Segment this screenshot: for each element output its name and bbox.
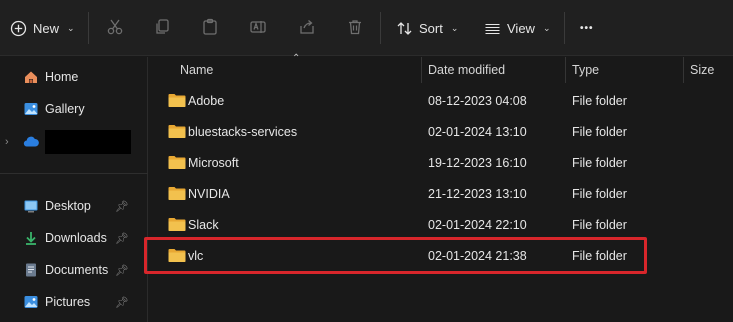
toolbar-divider [88,12,89,44]
column-header-name[interactable]: Name [180,57,213,83]
share-icon[interactable] [296,16,318,38]
cloud-icon [23,136,39,147]
sort-icon [397,21,412,35]
document-icon [26,263,36,277]
new-label: New [33,20,60,36]
sidebar-item-home[interactable]: Home [0,65,140,89]
chevron-down-icon: ⌄ [67,22,75,33]
sidebar-item-label: Gallery [45,102,85,116]
table-row[interactable]: Adobe 08-12-2023 04:08 File folder [149,86,733,116]
home-icon [25,71,37,83]
sidebar-item-label: Pictures [45,295,91,309]
pin-icon: 📌︎ [115,264,129,277]
column-header-date-modified[interactable]: Date modified [428,57,505,83]
sidebar-item-downloads[interactable]: Downloads 📌︎ [0,226,140,250]
column-header-size[interactable]: Size [690,57,714,83]
more-options-button[interactable]: ••• [580,10,594,46]
file-date: 21-12-2023 13:10 [428,187,527,201]
sort-ascending-icon: ⌃ [292,53,301,64]
download-icon [26,232,36,245]
sidebar-item-onedrive[interactable]: › [0,130,140,154]
chevron-down-icon: ⌄ [450,22,459,33]
sidebar-item-label: Desktop [45,199,91,213]
sidebar-item-label: Documents [45,263,109,277]
sort-label: Sort [419,20,443,36]
sidebar-divider [0,173,148,174]
paste-icon[interactable] [199,16,221,38]
file-name: Adobe [188,94,225,108]
toolbar-divider [564,12,565,44]
navigation-pane: Home Gallery › Desktop 📌︎ Downloads 📌︎ D… [0,57,148,322]
rename-icon[interactable] [247,16,269,38]
file-type: File folder [572,218,627,232]
view-button[interactable]: View ⌄ [484,10,551,46]
sort-button[interactable]: Sort ⌄ [396,10,458,46]
table-row[interactable]: bluestacks-services 02-01-2024 13:10 Fil… [149,117,733,147]
table-row[interactable]: NVIDIA 21-12-2023 13:10 File folder [149,179,733,209]
chevron-down-icon: ⌄ [542,22,551,33]
pin-icon: 📌︎ [115,296,129,309]
copy-icon[interactable] [151,16,173,38]
file-name: bluestacks-services [188,125,298,139]
column-divider[interactable] [683,57,684,83]
plus-circle-icon [10,20,27,36]
folder-icon [168,187,186,200]
file-type: File folder [572,125,627,139]
column-divider[interactable] [421,57,422,83]
new-button[interactable]: New ⌄ [10,10,75,46]
command-bar: New ⌄ Sort ⌄ View ⌄ ••• [0,0,733,56]
folder-icon [168,94,186,107]
pin-icon: 📌︎ [115,200,129,213]
file-list: ⌃ Name Date modified Type Size Adobe 08-… [149,53,733,322]
table-row[interactable]: Slack 02-01-2024 22:10 File folder [149,210,733,240]
delete-icon[interactable] [344,16,366,38]
toolbar-divider [380,12,381,44]
desktop-icon [24,200,38,213]
highlight-box [144,237,647,274]
file-type: File folder [572,94,627,108]
redacted-account-name [45,130,131,154]
column-header-type[interactable]: Type [572,57,599,83]
folder-icon [168,218,186,231]
file-date: 19-12-2023 16:10 [428,156,527,170]
file-name: NVIDIA [188,187,230,201]
gallery-icon [24,103,38,115]
sidebar-item-pictures[interactable]: Pictures 📌︎ [0,290,140,314]
view-label: View [507,20,535,36]
sidebar-item-desktop[interactable]: Desktop 📌︎ [0,194,140,218]
file-date: 02-01-2024 13:10 [428,125,527,139]
sidebar-item-gallery[interactable]: Gallery [0,97,140,121]
pin-icon: 📌︎ [115,232,129,245]
cut-icon[interactable] [104,16,126,38]
sidebar-item-label: Downloads [45,231,107,245]
chevron-right-icon: › [5,136,9,148]
folder-icon [168,156,186,169]
folder-icon [168,125,186,138]
sidebar-item-label: Home [45,70,79,84]
sidebar-item-documents[interactable]: Documents 📌︎ [0,258,140,282]
file-date: 08-12-2023 04:08 [428,94,527,108]
file-type: File folder [572,187,627,201]
file-type: File folder [572,156,627,170]
view-list-icon [485,23,500,34]
file-name: Slack [188,218,219,232]
pictures-icon [24,296,38,308]
table-row[interactable]: Microsoft 19-12-2023 16:10 File folder [149,148,733,178]
more-label: ••• [580,22,594,34]
file-date: 02-01-2024 22:10 [428,218,527,232]
file-name: Microsoft [188,156,239,170]
column-divider[interactable] [565,57,566,83]
